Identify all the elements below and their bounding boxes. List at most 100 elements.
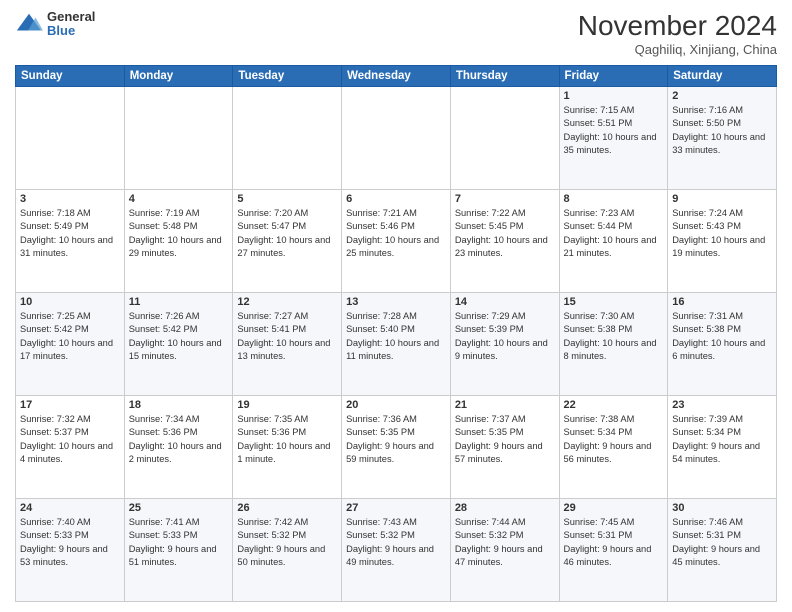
day-number: 25 xyxy=(129,502,229,514)
logo: General Blue xyxy=(15,10,95,39)
calendar-week-row: 10 Sunrise: 7:25 AM Sunset: 5:42 PM Dayli… xyxy=(16,293,777,396)
day-info: Sunrise: 7:19 AM Sunset: 5:48 PM Dayligh… xyxy=(129,207,229,261)
calendar-cell: 29 Sunrise: 7:45 AM Sunset: 5:31 PM Dayli… xyxy=(559,499,668,602)
day-info: Sunrise: 7:41 AM Sunset: 5:33 PM Dayligh… xyxy=(129,516,229,570)
day-number: 26 xyxy=(237,502,337,514)
day-info: Sunrise: 7:39 AM Sunset: 5:34 PM Dayligh… xyxy=(672,413,772,467)
day-number: 10 xyxy=(20,296,120,308)
day-info: Sunrise: 7:27 AM Sunset: 5:41 PM Dayligh… xyxy=(237,310,337,364)
day-number: 20 xyxy=(346,399,446,411)
day-info: Sunrise: 7:26 AM Sunset: 5:42 PM Dayligh… xyxy=(129,310,229,364)
calendar-cell xyxy=(124,87,233,190)
calendar-cell: 14Sunrise: 7:29 AM Sunset: 5:39 PM Dayli… xyxy=(450,293,559,396)
day-number: 8 xyxy=(564,193,664,205)
day-info: Sunrise: 7:36 AM Sunset: 5:35 PM Dayligh… xyxy=(346,413,446,467)
day-number: 1 xyxy=(564,90,664,102)
calendar-cell: 11Sunrise: 7:26 AM Sunset: 5:42 PM Dayli… xyxy=(124,293,233,396)
day-number: 23 xyxy=(672,399,772,411)
day-info: Sunrise: 7:31 AM Sunset: 5:38 PM Dayligh… xyxy=(672,310,772,364)
calendar-cell xyxy=(342,87,451,190)
day-info: Sunrise: 7:25 AM Sunset: 5:42 PM Dayligh… xyxy=(20,310,120,364)
calendar-cell: 8Sunrise: 7:23 AM Sunset: 5:44 PM Daylig… xyxy=(559,190,668,293)
calendar-cell: 22Sunrise: 7:38 AM Sunset: 5:34 PM Dayli… xyxy=(559,396,668,499)
calendar-cell: 25 Sunrise: 7:41 AM Sunset: 5:33 PM Dayli… xyxy=(124,499,233,602)
calendar-cell: 2Sunrise: 7:16 AM Sunset: 5:50 PM Daylig… xyxy=(668,87,777,190)
day-info: Sunrise: 7:28 AM Sunset: 5:40 PM Dayligh… xyxy=(346,310,446,364)
day-number: 29 xyxy=(564,502,664,514)
day-info: Sunrise: 7:24 AM Sunset: 5:43 PM Dayligh… xyxy=(672,207,772,261)
day-number: 16 xyxy=(672,296,772,308)
day-number: 4 xyxy=(129,193,229,205)
day-info: Sunrise: 7:20 AM Sunset: 5:47 PM Dayligh… xyxy=(237,207,337,261)
day-number: 18 xyxy=(129,399,229,411)
day-number: 17 xyxy=(20,399,120,411)
day-info: Sunrise: 7:22 AM Sunset: 5:45 PM Dayligh… xyxy=(455,207,555,261)
calendar-cell: 6 Sunrise: 7:21 AM Sunset: 5:46 PM Daylig… xyxy=(342,190,451,293)
weekday-header: Saturday xyxy=(668,66,777,87)
day-number: 6 xyxy=(346,193,446,205)
calendar-header: SundayMondayTuesdayWednesdayThursdayFrid… xyxy=(16,66,777,87)
calendar-cell: 5 Sunrise: 7:20 AM Sunset: 5:47 PM Daylig… xyxy=(233,190,342,293)
calendar-cell: 24 Sunrise: 7:40 AM Sunset: 5:33 PM Dayli… xyxy=(16,499,125,602)
calendar-cell: 9 Sunrise: 7:24 AM Sunset: 5:43 PM Daylig… xyxy=(668,190,777,293)
weekday-header: Monday xyxy=(124,66,233,87)
logo-blue: Blue xyxy=(47,24,95,38)
day-info: Sunrise: 7:21 AM Sunset: 5:46 PM Dayligh… xyxy=(346,207,446,261)
day-info: Sunrise: 7:42 AM Sunset: 5:32 PM Dayligh… xyxy=(237,516,337,570)
day-info: Sunrise: 7:29 AM Sunset: 5:39 PM Dayligh… xyxy=(455,310,555,364)
logo-general: General xyxy=(47,10,95,24)
day-number: 9 xyxy=(672,193,772,205)
calendar-cell xyxy=(233,87,342,190)
month-title: November 2024 xyxy=(578,10,777,42)
calendar-cell: 16 Sunrise: 7:31 AM Sunset: 5:38 PM Dayli… xyxy=(668,293,777,396)
day-number: 24 xyxy=(20,502,120,514)
calendar-week-row: 24 Sunrise: 7:40 AM Sunset: 5:33 PM Dayli… xyxy=(16,499,777,602)
calendar-cell xyxy=(450,87,559,190)
day-info: Sunrise: 7:15 AM Sunset: 5:51 PM Dayligh… xyxy=(564,104,664,158)
calendar-cell: 23 Sunrise: 7:39 AM Sunset: 5:34 PM Dayli… xyxy=(668,396,777,499)
calendar-cell: 18 Sunrise: 7:34 AM Sunset: 5:36 PM Dayli… xyxy=(124,396,233,499)
day-info: Sunrise: 7:38 AM Sunset: 5:34 PM Dayligh… xyxy=(564,413,664,467)
calendar-week-row: 1 Sunrise: 7:15 AM Sunset: 5:51 PM Daylig… xyxy=(16,87,777,190)
location: Qaghiliq, Xinjiang, China xyxy=(578,42,777,57)
calendar-cell: 21 Sunrise: 7:37 AM Sunset: 5:35 PM Dayli… xyxy=(450,396,559,499)
day-number: 5 xyxy=(237,193,337,205)
calendar: SundayMondayTuesdayWednesdayThursdayFrid… xyxy=(15,65,777,602)
day-number: 21 xyxy=(455,399,555,411)
day-info: Sunrise: 7:37 AM Sunset: 5:35 PM Dayligh… xyxy=(455,413,555,467)
day-number: 12 xyxy=(237,296,337,308)
calendar-cell: 30Sunrise: 7:46 AM Sunset: 5:31 PM Dayli… xyxy=(668,499,777,602)
day-info: Sunrise: 7:45 AM Sunset: 5:31 PM Dayligh… xyxy=(564,516,664,570)
calendar-cell: 10 Sunrise: 7:25 AM Sunset: 5:42 PM Dayli… xyxy=(16,293,125,396)
day-info: Sunrise: 7:30 AM Sunset: 5:38 PM Dayligh… xyxy=(564,310,664,364)
day-number: 7 xyxy=(455,193,555,205)
day-number: 13 xyxy=(346,296,446,308)
calendar-cell: 1 Sunrise: 7:15 AM Sunset: 5:51 PM Daylig… xyxy=(559,87,668,190)
weekday-row: SundayMondayTuesdayWednesdayThursdayFrid… xyxy=(16,66,777,87)
weekday-header: Tuesday xyxy=(233,66,342,87)
calendar-week-row: 17Sunrise: 7:32 AM Sunset: 5:37 PM Dayli… xyxy=(16,396,777,499)
calendar-cell xyxy=(16,87,125,190)
day-info: Sunrise: 7:40 AM Sunset: 5:33 PM Dayligh… xyxy=(20,516,120,570)
weekday-header: Wednesday xyxy=(342,66,451,87)
weekday-header: Thursday xyxy=(450,66,559,87)
day-info: Sunrise: 7:43 AM Sunset: 5:32 PM Dayligh… xyxy=(346,516,446,570)
header: General Blue November 2024 Qaghiliq, Xin… xyxy=(15,10,777,57)
day-info: Sunrise: 7:16 AM Sunset: 5:50 PM Dayligh… xyxy=(672,104,772,158)
calendar-cell: 27 Sunrise: 7:43 AM Sunset: 5:32 PM Dayli… xyxy=(342,499,451,602)
calendar-cell: 3Sunrise: 7:18 AM Sunset: 5:49 PM Daylig… xyxy=(16,190,125,293)
calendar-week-row: 3Sunrise: 7:18 AM Sunset: 5:49 PM Daylig… xyxy=(16,190,777,293)
calendar-cell: 17Sunrise: 7:32 AM Sunset: 5:37 PM Dayli… xyxy=(16,396,125,499)
calendar-cell: 15Sunrise: 7:30 AM Sunset: 5:38 PM Dayli… xyxy=(559,293,668,396)
day-number: 19 xyxy=(237,399,337,411)
calendar-cell: 28Sunrise: 7:44 AM Sunset: 5:32 PM Dayli… xyxy=(450,499,559,602)
day-info: Sunrise: 7:34 AM Sunset: 5:36 PM Dayligh… xyxy=(129,413,229,467)
weekday-header: Friday xyxy=(559,66,668,87)
calendar-cell: 13 Sunrise: 7:28 AM Sunset: 5:40 PM Dayli… xyxy=(342,293,451,396)
calendar-cell: 7 Sunrise: 7:22 AM Sunset: 5:45 PM Daylig… xyxy=(450,190,559,293)
calendar-cell: 4 Sunrise: 7:19 AM Sunset: 5:48 PM Daylig… xyxy=(124,190,233,293)
calendar-cell: 12 Sunrise: 7:27 AM Sunset: 5:41 PM Dayli… xyxy=(233,293,342,396)
calendar-cell: 26 Sunrise: 7:42 AM Sunset: 5:32 PM Dayli… xyxy=(233,499,342,602)
day-number: 27 xyxy=(346,502,446,514)
day-info: Sunrise: 7:18 AM Sunset: 5:49 PM Dayligh… xyxy=(20,207,120,261)
